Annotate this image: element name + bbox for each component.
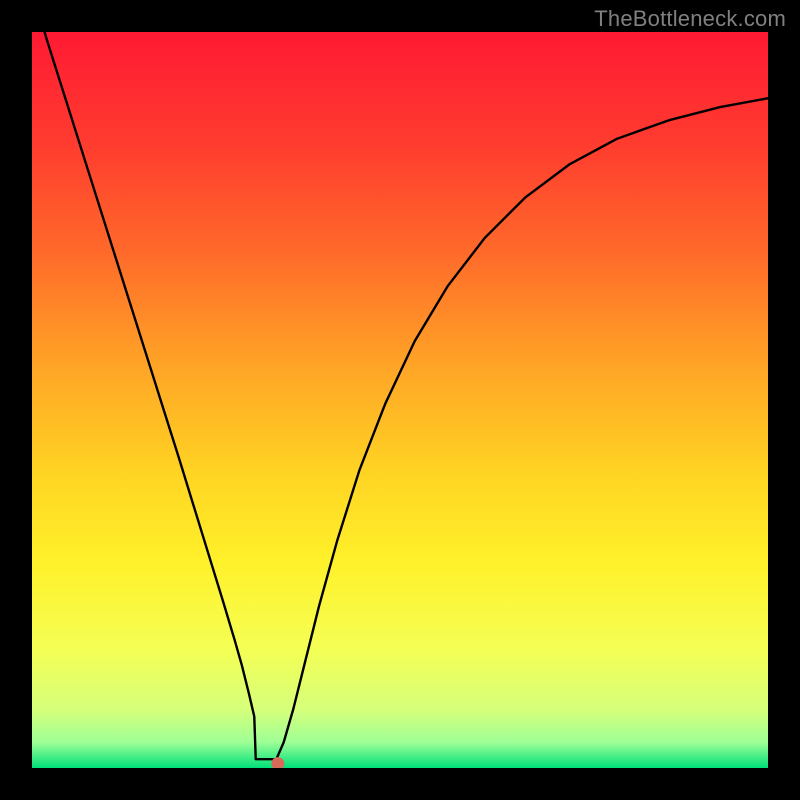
bottleneck-chart (32, 32, 768, 768)
chart-frame (32, 32, 768, 768)
watermark-text: TheBottleneck.com (594, 6, 786, 32)
gradient-background (32, 32, 768, 768)
